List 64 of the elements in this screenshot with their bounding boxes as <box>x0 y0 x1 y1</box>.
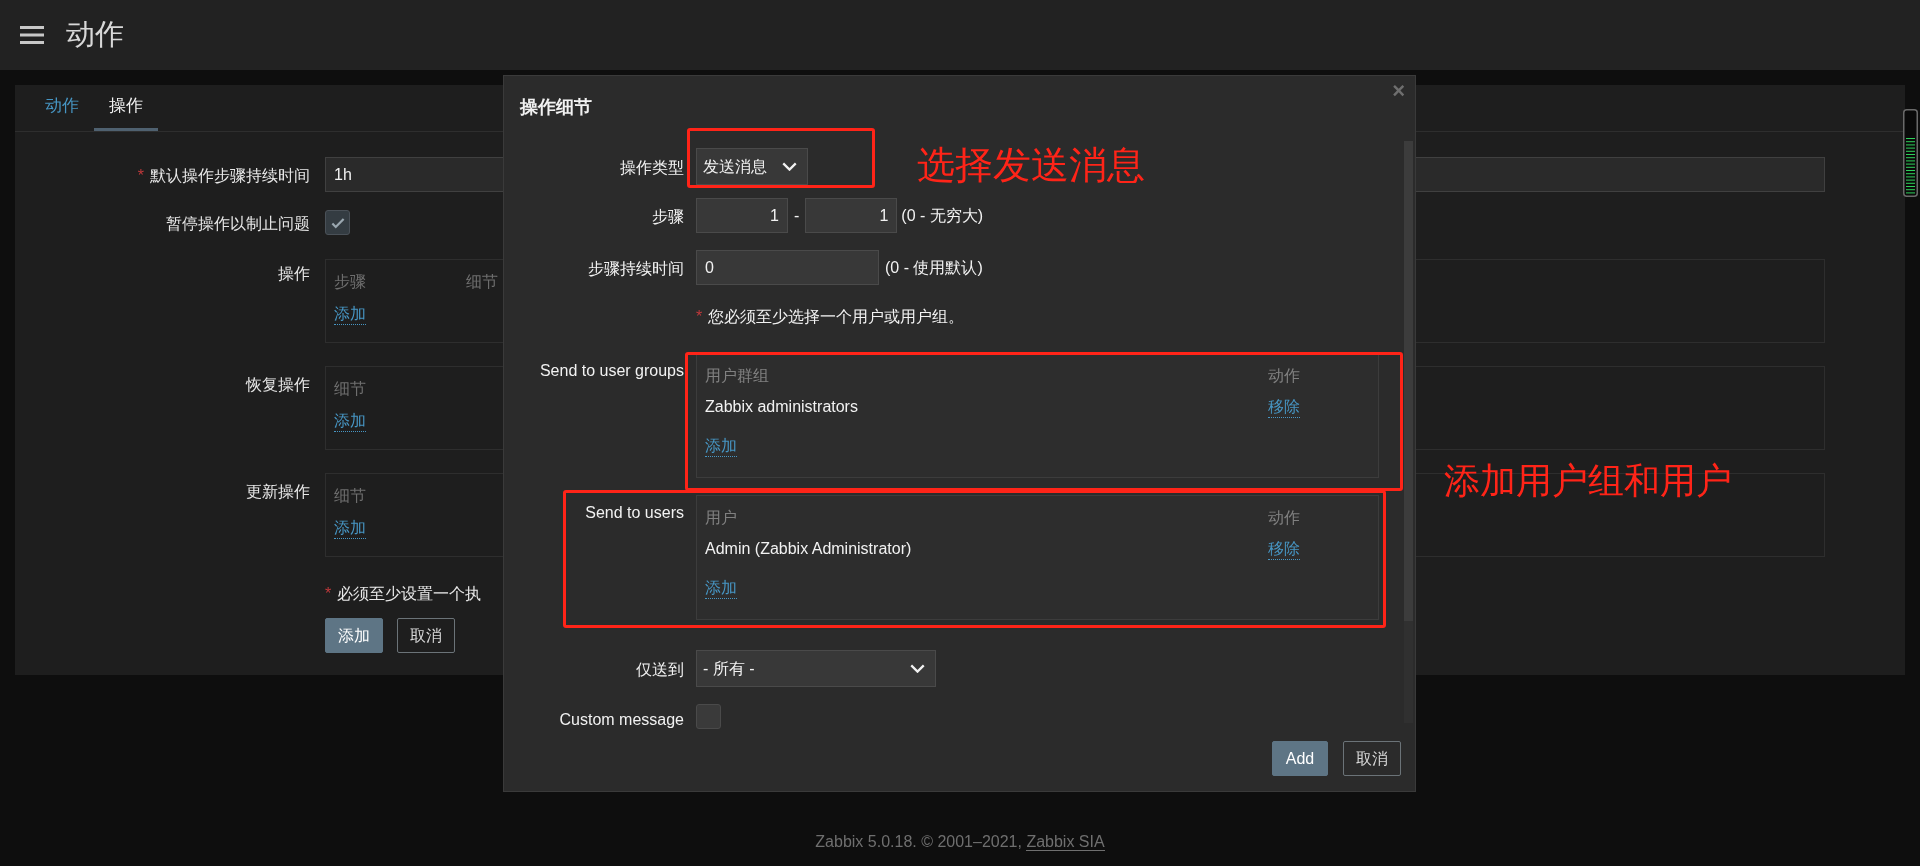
input-field[interactable]: 0 <box>696 250 879 285</box>
field-label: 步骤持续时间 <box>588 259 684 279</box>
submit-button[interactable]: 添加 <box>325 618 383 653</box>
range-separator: - <box>794 205 800 226</box>
dialog-title: 操作细节 <box>520 95 592 119</box>
column-header: 动作 <box>1268 508 1300 528</box>
field-label: 默认操作步骤持续时间 <box>150 166 310 186</box>
cancel-button[interactable]: 取消 <box>1343 741 1401 776</box>
column-header: 用户 <box>705 508 737 528</box>
required-asterisk: * <box>696 307 703 327</box>
dropdown-value: - 所有 - <box>703 658 755 679</box>
remove-link[interactable]: 移除 <box>1268 538 1300 560</box>
checkbox[interactable] <box>696 704 721 729</box>
tab[interactable]: 操作 <box>94 84 158 131</box>
field-label: Custom message <box>559 710 684 730</box>
hint-text: (0 - 无穷大) <box>901 205 984 226</box>
remove-link[interactable]: 移除 <box>1268 396 1300 418</box>
field-label: Send to user groups <box>539 361 684 381</box>
tab[interactable]: 动作 <box>30 84 94 131</box>
input-field[interactable]: 1 <box>805 198 898 233</box>
close-button[interactable]: × <box>1392 78 1405 104</box>
checkbox[interactable] <box>325 210 350 235</box>
scrollbar-thumb[interactable] <box>1404 141 1413 621</box>
field-label: 更新操作 <box>246 482 310 502</box>
chevron-down-icon <box>910 664 925 673</box>
column-header: 细节 <box>466 272 498 292</box>
footer-text: Zabbix 5.0.18. © 2001–2021, Zabbix SIA <box>815 832 1105 853</box>
field-label: 仅送到 <box>636 660 684 680</box>
field-label: 操作 <box>278 264 310 284</box>
add-link[interactable]: 添加 <box>334 304 366 325</box>
add-link[interactable]: 添加 <box>705 436 737 457</box>
add-link[interactable]: 添加 <box>334 518 366 539</box>
input-field[interactable]: 1 <box>696 198 788 233</box>
field-label: 恢复操作 <box>246 375 310 395</box>
annotation-text: 选择发送消息 <box>917 144 1145 188</box>
note-text: 您必须至少选择一个用户或用户组。 <box>708 307 965 327</box>
field-label: 操作类型 <box>620 158 684 178</box>
dropdown[interactable]: - 所有 - <box>696 650 936 687</box>
chevron-down-icon <box>782 162 797 171</box>
note-text: 必须至少设置一个执 <box>337 584 482 604</box>
table-cell-text: Zabbix administrators <box>705 397 858 417</box>
dropdown[interactable]: 发送消息 <box>696 148 808 185</box>
footer-link[interactable]: Zabbix SIA <box>1026 833 1105 851</box>
dropdown-value: 发送消息 <box>703 156 767 177</box>
column-header: 动作 <box>1268 366 1300 386</box>
required-asterisk: * <box>137 166 144 186</box>
column-header: 步骤 <box>334 272 367 292</box>
column-header: 细节 <box>334 486 367 506</box>
column-header: 细节 <box>334 379 367 399</box>
cancel-button[interactable]: 取消 <box>397 618 455 653</box>
field-label: 暂停操作以制止问题 <box>166 214 310 234</box>
table-cell-text: Admin (Zabbix Administrator) <box>705 539 912 559</box>
add-link[interactable]: 添加 <box>705 578 737 599</box>
hint-text: (0 - 使用默认) <box>885 257 983 278</box>
column-header: 用户群组 <box>705 366 769 386</box>
field-label: 步骤 <box>652 207 684 227</box>
submit-button[interactable]: Add <box>1272 741 1328 776</box>
field-label: Send to users <box>585 503 684 523</box>
annotation-text: 添加用户组和用户 <box>1444 460 1732 502</box>
required-asterisk: * <box>325 584 332 604</box>
page-title: 动作 <box>66 17 124 53</box>
add-link[interactable]: 添加 <box>334 411 366 432</box>
menu-icon[interactable] <box>20 25 44 45</box>
scrollbar-thumb[interactable] <box>1903 109 1918 197</box>
